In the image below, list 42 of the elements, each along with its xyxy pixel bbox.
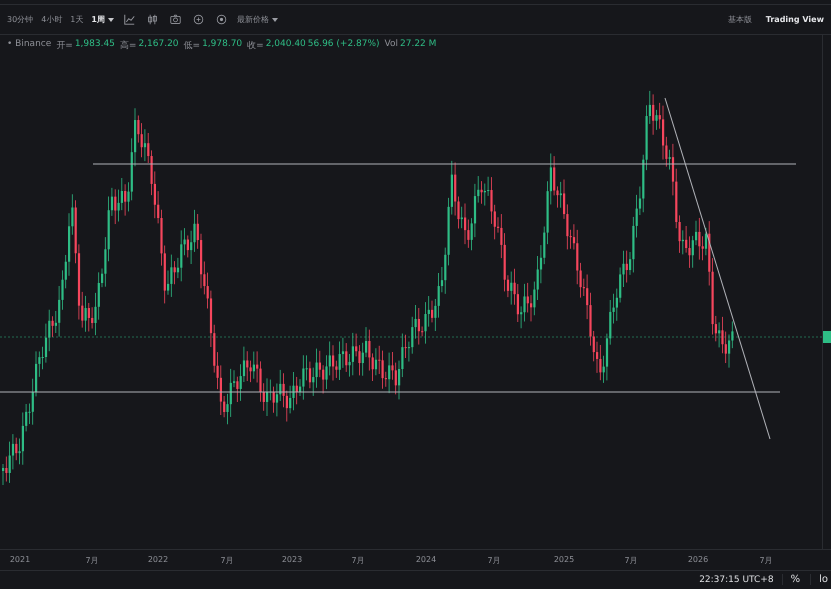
price-type-dropdown[interactable]: 最新价格 [234, 12, 281, 28]
volume-label: Vol [384, 39, 398, 52]
interval-tab[interactable]: 30分钟 [4, 12, 36, 28]
change-value: 56.96 (+2.87%) [308, 39, 380, 52]
ohlc-label: 高= [120, 40, 136, 52]
axis-label: 7月 [220, 555, 234, 566]
ohlc-value: 2,167.20 [138, 39, 179, 52]
symbol-label: • Binance [7, 39, 52, 52]
view-tab[interactable]: 基本版 [724, 12, 755, 28]
camera-icon[interactable] [170, 14, 181, 26]
ohlc-value: 2,040.40 [266, 39, 306, 52]
axis-label: 2025 [554, 555, 574, 564]
price-tag [823, 331, 831, 344]
line-chart-icon[interactable] [124, 14, 135, 26]
axis-label: 2021 [10, 555, 30, 564]
log-toggle[interactable]: lo [810, 574, 830, 586]
ohlc-value: 1,983.45 [74, 39, 115, 52]
percent-toggle[interactable]: % [782, 574, 802, 586]
interval-tab[interactable]: 4小时 [38, 12, 66, 28]
ohlc-label: 收= [247, 40, 264, 52]
caret-icon [108, 18, 114, 22]
ohlc-value: 1,978.70 [202, 39, 242, 52]
ohlc-label: 低= [184, 40, 200, 52]
axis-label: 2022 [148, 555, 168, 564]
interval-tab[interactable]: 1天 [67, 12, 86, 28]
axis-label: 2023 [282, 555, 302, 564]
axis-label: 7月 [351, 555, 365, 566]
add-circle-icon[interactable] [192, 14, 204, 26]
clock-text: 22:37:15 UTC+8 [699, 574, 774, 585]
axis-label: 7月 [759, 555, 773, 566]
axis-label: 7月 [624, 555, 638, 566]
caret-icon [272, 18, 278, 22]
interval-tab[interactable]: 1周 [88, 12, 117, 28]
axis-label: 7月 [487, 555, 501, 566]
axis-label: 2026 [688, 555, 708, 564]
candle-icon[interactable] [146, 14, 158, 26]
target-icon[interactable] [216, 14, 227, 26]
axis-label: 7月 [85, 555, 99, 566]
view-tab[interactable]: Trading View [762, 13, 827, 26]
axis-label: 2024 [416, 555, 436, 564]
volume-value: 27.22 M [400, 39, 436, 52]
ohlc-label: 开= [56, 40, 73, 52]
